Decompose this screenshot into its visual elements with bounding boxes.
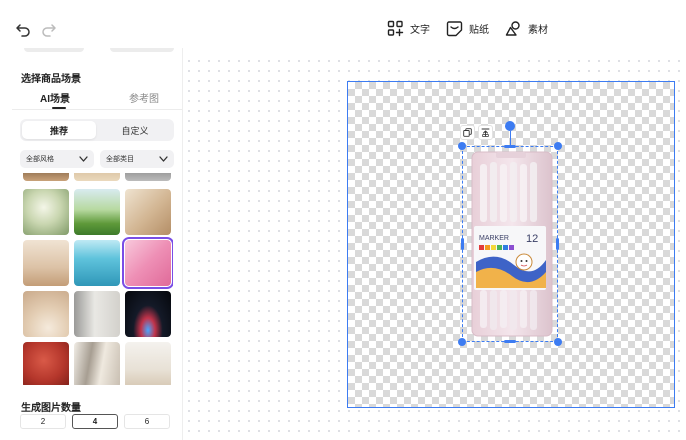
active-tab-indicator bbox=[52, 107, 66, 109]
tool-text-button[interactable]: 文字 bbox=[387, 20, 430, 37]
copy-icon bbox=[463, 128, 472, 137]
layer-up-icon bbox=[481, 128, 490, 137]
sticker-icon bbox=[446, 21, 463, 37]
scene-thumbnail[interactable] bbox=[74, 342, 120, 385]
style-filter-label: 全部风格 bbox=[26, 156, 54, 163]
resize-handle-se[interactable] bbox=[554, 338, 562, 346]
resize-handle-ne[interactable] bbox=[554, 142, 562, 150]
rotate-connector bbox=[509, 131, 511, 146]
tool-sticker-label: 贴纸 bbox=[469, 25, 489, 36]
quantity-option-6[interactable]: 6 bbox=[124, 414, 170, 429]
resize-handle-sw[interactable] bbox=[458, 338, 466, 346]
duplicate-button[interactable] bbox=[460, 125, 475, 140]
resize-handle-nw[interactable] bbox=[458, 142, 466, 150]
quantity-option-2[interactable]: 2 bbox=[20, 414, 66, 429]
section-title: 选择商品场景 bbox=[21, 74, 81, 85]
quantity-option-4[interactable]: 4 bbox=[72, 414, 118, 429]
tool-material-button[interactable]: 素材 bbox=[505, 20, 548, 37]
quantity-title: 生成图片数量 bbox=[21, 403, 81, 414]
style-filter-dropdown[interactable]: 全部风格 bbox=[20, 150, 94, 168]
chevron-down-icon bbox=[79, 156, 88, 162]
scene-grid bbox=[23, 173, 173, 385]
element-quick-tools bbox=[460, 125, 496, 140]
scene-mode-toggle: 推荐 自定义 bbox=[20, 119, 174, 141]
insert-tools: 文字 贴纸 素材 bbox=[387, 20, 564, 37]
tool-sticker-button[interactable]: 贴纸 bbox=[446, 20, 489, 37]
scene-thumbnail[interactable] bbox=[74, 189, 120, 235]
segment-custom[interactable]: 自定义 bbox=[98, 121, 172, 139]
scene-thumbnail[interactable] bbox=[125, 342, 171, 385]
sidebar-scroll-remnant bbox=[24, 48, 84, 52]
scene-tabs: AI场景 参考图 bbox=[12, 88, 182, 110]
scene-thumbnail[interactable] bbox=[23, 189, 69, 235]
tab-ai-scene[interactable]: AI场景 bbox=[40, 90, 70, 105]
text-grid-icon bbox=[387, 20, 404, 37]
tool-material-label: 素材 bbox=[528, 25, 548, 36]
scene-thumbnail[interactable] bbox=[125, 189, 171, 235]
chevron-down-icon bbox=[159, 156, 168, 162]
scene-thumbnail[interactable] bbox=[74, 240, 120, 286]
scene-thumbnail[interactable] bbox=[23, 291, 69, 337]
category-filter-dropdown[interactable]: 全部类目 bbox=[100, 150, 174, 168]
resize-handle-w[interactable] bbox=[461, 238, 464, 250]
segment-recommended[interactable]: 推荐 bbox=[22, 121, 96, 139]
tool-text-label: 文字 bbox=[410, 25, 430, 36]
scene-thumbnail[interactable] bbox=[125, 291, 171, 337]
redo-icon[interactable] bbox=[40, 20, 58, 38]
scene-thumbnail[interactable] bbox=[23, 173, 69, 181]
bring-to-front-button[interactable] bbox=[478, 125, 493, 140]
scene-thumbnail[interactable] bbox=[74, 173, 120, 181]
scene-thumbnail[interactable] bbox=[125, 173, 171, 181]
material-icon bbox=[505, 21, 520, 36]
resize-handle-e[interactable] bbox=[556, 238, 559, 250]
resize-handle-s[interactable] bbox=[504, 340, 516, 343]
scene-thumbnail[interactable] bbox=[74, 291, 120, 337]
scene-thumbnail[interactable] bbox=[23, 240, 69, 286]
scene-thumbnail-selected[interactable] bbox=[122, 237, 173, 289]
selection-box[interactable] bbox=[462, 146, 558, 342]
rotate-handle[interactable] bbox=[505, 121, 515, 131]
resize-handle-n[interactable] bbox=[504, 145, 516, 148]
sidebar-scroll-remnant bbox=[110, 48, 174, 52]
undo-icon[interactable] bbox=[14, 20, 32, 38]
tab-reference-image[interactable]: 参考图 bbox=[129, 90, 159, 105]
category-filter-label: 全部类目 bbox=[106, 156, 134, 163]
scene-sidebar: 选择商品场景 AI场景 参考图 推荐 自定义 全部风格 全部类目 生成图片数量 … bbox=[0, 48, 183, 440]
scene-thumbnail[interactable] bbox=[23, 342, 69, 385]
